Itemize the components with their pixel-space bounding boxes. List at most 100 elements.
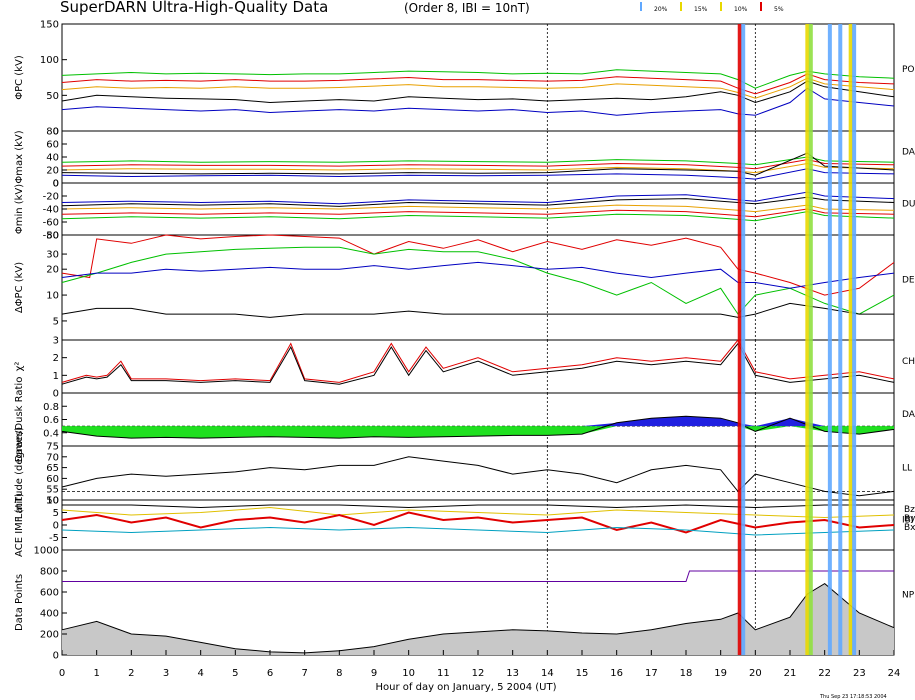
event-marker: [838, 24, 843, 655]
x-axis-title: Hour of day on January, 5 2004 (UT): [376, 682, 557, 693]
panel-side-label: CH: [902, 357, 915, 367]
x-tick-label: 0: [59, 668, 65, 679]
panel-side-label: PO PO: [902, 65, 915, 75]
x-tick-label: 20: [749, 668, 762, 679]
y-tick-label: 1000: [34, 546, 59, 557]
panels: 050100150ΦPC (kV)PO PO020406080Φmax (kV)…: [14, 20, 915, 662]
y-tick-label: 200: [40, 630, 59, 641]
x-tick-label: 23: [853, 668, 866, 679]
panel-side-label: DE: [902, 275, 915, 285]
y-tick-label: 70: [46, 452, 59, 463]
footer-timestamp: Thu Sep 23 17:18:53 2004: [819, 694, 887, 700]
x-tick-label: 9: [371, 668, 377, 679]
event-marker: [827, 24, 832, 655]
legend: 20% 15% 10% 5%: [640, 2, 784, 13]
panel-frame: [61, 445, 895, 501]
y-tick-label: -40: [43, 205, 59, 216]
event-marker: [741, 24, 746, 655]
y-tick-label: -20: [43, 192, 59, 203]
x-tick-label: 17: [645, 668, 658, 679]
y-tick-label: 0: [53, 179, 59, 190]
y-tick-label: 55: [46, 485, 59, 496]
y-tick-label: 100: [40, 55, 59, 66]
y-axis-label: χ²: [14, 362, 25, 372]
event-marker: [805, 24, 810, 655]
event-marker: [848, 24, 853, 655]
y-tick-label: -60: [43, 218, 59, 229]
legend-swatch: [640, 2, 642, 11]
y-tick-label: 40: [46, 153, 59, 164]
y-axis-label: Data Points: [14, 574, 25, 631]
x-tick-label: 4: [197, 668, 203, 679]
y-tick-label: 80: [46, 127, 59, 138]
legend-swatch: [680, 2, 682, 11]
panel: 050100150ΦPC (kV)PO PO: [14, 20, 915, 138]
ratio-fill-high: [62, 416, 894, 427]
x-tick-label: 16: [610, 668, 623, 679]
event-marker: [737, 24, 742, 655]
panel-side-label: DA: [902, 147, 915, 157]
y-tick-label: 50: [46, 231, 59, 242]
y-tick-label: 30: [46, 250, 59, 261]
legend-label: 15%: [694, 6, 708, 13]
y-tick-label: 60: [46, 140, 59, 151]
panel-side-label: DU: [902, 199, 915, 209]
panel: 0 20 40 60 80 Φmax (kV) DA: [14, 127, 915, 190]
legend-swatch: [760, 2, 762, 11]
legend-label: 5%: [774, 6, 784, 13]
series-line: [61, 246, 895, 315]
series-line: [61, 69, 895, 89]
y-tick-label: 10: [46, 496, 59, 507]
y-tick-label: 10: [46, 291, 59, 302]
y-axis-label: Φmin (kV): [14, 184, 25, 234]
y-tick-label: -5: [49, 533, 59, 544]
x-tick-label: 2: [128, 668, 134, 679]
chart-root: SuperDARN Ultra-High-Quality Data (Order…: [14, 0, 915, 700]
y-tick-label: 400: [40, 609, 59, 620]
x-tick-label: 10: [402, 668, 415, 679]
y-tick-label: 20: [46, 265, 59, 276]
chart-subtitle: (Order 8, IBI = 10nT): [404, 1, 530, 15]
panel-side-label: DA: [902, 410, 915, 420]
panel: -50510ACE IMF (nT) IBIBzByBx: [14, 493, 915, 557]
y-tick-label: 50: [46, 91, 59, 102]
x-tick-label: 11: [437, 668, 450, 679]
y-tick-label: 0: [53, 521, 59, 532]
y-tick-label: 1: [53, 371, 59, 382]
panel: 0 200 400 600 800 1000 Data Points NP: [14, 546, 915, 662]
legend-swatch: [720, 2, 722, 11]
side-legend-label: Bx: [904, 523, 915, 533]
y-tick-label: 0: [53, 651, 59, 662]
panel: 5 10 20 30 50 ΔΦPC (kV) DE: [14, 231, 915, 341]
y-tick-label: 0: [53, 389, 59, 400]
series-line: [61, 159, 895, 170]
y-tick-label: 800: [40, 567, 59, 578]
panel: 0 1 2 3 χ² CH: [14, 336, 915, 400]
x-tick-label: 15: [576, 668, 589, 679]
x-tick-label: 13: [506, 668, 519, 679]
x-tick-label: 21: [784, 668, 797, 679]
series-line: [61, 204, 895, 213]
x-tick-label: 24: [888, 668, 901, 679]
panel: -80-60-40-200Φmin (kV) DU: [14, 179, 915, 242]
y-axis-label: Φmax (kV): [14, 130, 25, 183]
series-line: [61, 456, 895, 497]
series-line: [61, 156, 895, 166]
x-tick-label: 18: [680, 668, 693, 679]
series-line: [61, 152, 895, 176]
event-marker: [852, 24, 857, 655]
panel-side-label: NP: [902, 590, 915, 600]
panel-frame: [61, 339, 895, 394]
y-tick-label: 150: [40, 20, 59, 31]
y-tick-label: 65: [46, 463, 59, 474]
y-tick-label: 2: [53, 353, 59, 364]
x-tick-label: 6: [267, 668, 273, 679]
series-line: [62, 570, 894, 582]
series-line: [61, 73, 895, 95]
x-tick-label: 22: [818, 668, 831, 679]
panel: 0.40.60.8Dawn/Dusk Ratio DA: [14, 377, 915, 463]
event-marker: [808, 24, 813, 655]
x-tick-label: 8: [336, 668, 342, 679]
y-axis-label: ΦPC (kV): [14, 55, 25, 100]
panel-frame: [61, 130, 895, 184]
